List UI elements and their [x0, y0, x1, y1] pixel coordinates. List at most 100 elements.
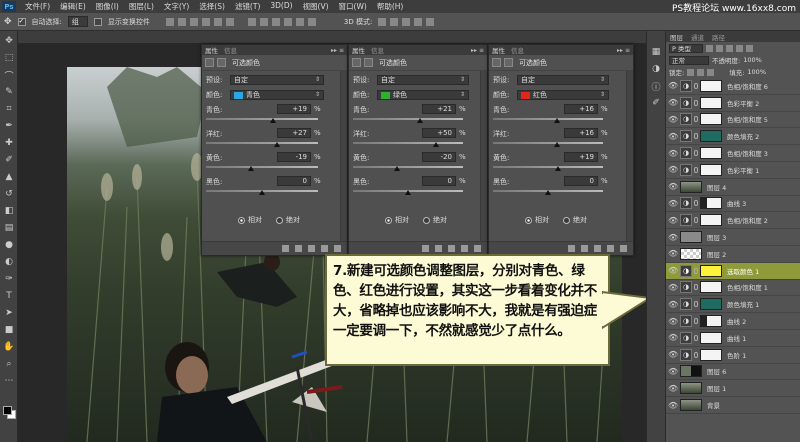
- layer-thumbnail[interactable]: [700, 298, 722, 311]
- zoom-icon[interactable]: ⌕: [2, 357, 16, 371]
- layer-thumbnail[interactable]: [680, 382, 702, 395]
- view-previous-icon[interactable]: [435, 245, 442, 252]
- reset-icon[interactable]: [308, 245, 315, 252]
- layer-thumbnail[interactable]: [700, 113, 722, 126]
- layer-row[interactable]: 👁 ◑ 色相/饱和度 3: [666, 145, 800, 162]
- preset-dropdown[interactable]: 自定 ⇕: [230, 75, 324, 85]
- slider-knob[interactable]: [545, 190, 551, 195]
- slider-knob[interactable]: [554, 142, 560, 147]
- shape-icon[interactable]: ■: [2, 323, 16, 337]
- 3d-slide-icon[interactable]: [414, 17, 423, 26]
- crop-icon[interactable]: ⌗: [2, 102, 16, 116]
- layer-row[interactable]: 👁 ◑ 选取颜色 1: [666, 262, 800, 280]
- radio-button[interactable]: [276, 216, 283, 224]
- history-panel-icon[interactable]: ▦: [649, 45, 663, 59]
- 3d-drag-icon[interactable]: [402, 17, 411, 26]
- layer-row[interactable]: 👁 ◑ 色相/饱和度 5: [666, 112, 800, 129]
- tab-properties[interactable]: 属性: [352, 45, 365, 55]
- slider-value-input[interactable]: +50: [422, 128, 456, 138]
- menu-item-7[interactable]: 3D(D): [265, 1, 297, 12]
- layer-row[interactable]: 👁 ◑ 曲线 1: [666, 330, 800, 347]
- slider-knob[interactable]: [394, 166, 400, 171]
- radio-absolute[interactable]: 绝对: [276, 215, 300, 225]
- panel-scrollbar[interactable]: [480, 71, 487, 243]
- tab-info[interactable]: 信息: [224, 45, 237, 55]
- slider-track[interactable]: [353, 142, 463, 144]
- layer-row[interactable]: 👁 背景: [666, 397, 800, 414]
- collapse-icon[interactable]: ▸▸ ≡: [471, 47, 484, 54]
- tab-properties[interactable]: 属性: [205, 45, 218, 55]
- visibility-eye-icon[interactable]: 👁: [668, 199, 678, 208]
- slider-value-input[interactable]: +27: [277, 128, 311, 138]
- layer-thumbnail[interactable]: [700, 79, 722, 92]
- preset-dropdown[interactable]: 自定 ⇕: [517, 75, 609, 85]
- layer-thumbnail[interactable]: [700, 96, 722, 109]
- layer-thumbnail[interactable]: [700, 197, 722, 210]
- lasso-icon[interactable]: ⌒: [2, 68, 16, 82]
- visibility-icon[interactable]: [321, 245, 328, 252]
- tab-info[interactable]: 信息: [371, 45, 384, 55]
- move-icon[interactable]: ✥: [2, 34, 16, 48]
- brush-panel-icon[interactable]: ✐: [649, 96, 663, 110]
- menu-item-6[interactable]: 滤镜(T): [230, 1, 265, 12]
- visibility-eye-icon[interactable]: 👁: [668, 401, 678, 410]
- layer-thumbnail[interactable]: [700, 147, 722, 160]
- slider-value-input[interactable]: +19: [277, 104, 311, 114]
- blur-icon[interactable]: ●: [2, 238, 16, 252]
- layer-thumbnail[interactable]: [680, 399, 702, 412]
- menu-item-1[interactable]: 编辑(E): [55, 1, 91, 12]
- quick-select-icon[interactable]: ✎: [2, 85, 16, 99]
- type-icon[interactable]: T: [2, 289, 16, 303]
- visibility-eye-icon[interactable]: 👁: [668, 249, 678, 258]
- visibility-eye-icon[interactable]: 👁: [668, 98, 678, 107]
- slider-value-input[interactable]: +21: [422, 104, 456, 114]
- filter-pixel-icon[interactable]: [706, 44, 713, 52]
- slider-value-input[interactable]: 0: [564, 176, 598, 186]
- pen-icon[interactable]: ✑: [2, 272, 16, 286]
- fill-value[interactable]: 100%: [747, 68, 766, 76]
- radio-button[interactable]: [525, 216, 532, 224]
- layer-row[interactable]: 👁 ◑ 色阶 1: [666, 347, 800, 364]
- info-panel-icon[interactable]: ⓘ: [649, 79, 663, 93]
- layer-thumbnail[interactable]: [700, 315, 722, 328]
- distribute-top-icon[interactable]: [247, 17, 256, 26]
- visibility-eye-icon[interactable]: 👁: [668, 333, 678, 342]
- marquee-icon[interactable]: ⬚: [2, 51, 16, 65]
- view-previous-icon[interactable]: [295, 245, 302, 252]
- distribute-bottom-icon[interactable]: [271, 17, 280, 26]
- lock-position-icon[interactable]: [697, 68, 705, 76]
- delete-icon[interactable]: [474, 245, 481, 252]
- layer-row[interactable]: 👁 图层 3: [666, 229, 800, 246]
- menu-item-10[interactable]: 帮助(H): [372, 1, 409, 12]
- 3d-scale-icon[interactable]: [426, 17, 435, 26]
- colors-dropdown[interactable]: 青色 ⇕: [230, 90, 324, 100]
- layer-row[interactable]: 👁 ◑ 颜色填充 2: [666, 128, 800, 146]
- 3d-roll-icon[interactable]: [390, 17, 399, 26]
- layer-row[interactable]: 👁 ◑ 色相/饱和度 2: [666, 212, 800, 230]
- hand-icon[interactable]: ✋: [2, 340, 16, 354]
- visibility-eye-icon[interactable]: 👁: [668, 266, 678, 275]
- visibility-eye-icon[interactable]: 👁: [668, 367, 678, 376]
- radio-absolute[interactable]: 绝对: [423, 215, 447, 225]
- reset-icon[interactable]: [448, 245, 455, 252]
- collapse-icon[interactable]: ▸▸ ≡: [331, 47, 344, 54]
- clip-layer-icon[interactable]: [282, 245, 289, 252]
- slider-track[interactable]: [206, 166, 318, 168]
- radio-absolute[interactable]: 绝对: [563, 215, 587, 225]
- auto-select-checkbox[interactable]: [17, 17, 26, 26]
- slider-value-input[interactable]: +19: [564, 152, 598, 162]
- layer-row[interactable]: 👁 ◑ 色彩平衡 2: [666, 95, 800, 112]
- tab-paths[interactable]: 路径: [712, 32, 725, 42]
- move-tool-icon[interactable]: ✥: [4, 17, 12, 27]
- slider-knob[interactable]: [405, 190, 411, 195]
- brush-icon[interactable]: ✐: [2, 153, 16, 167]
- slider-value-input[interactable]: -19: [277, 152, 311, 162]
- slider-knob[interactable]: [270, 118, 276, 123]
- menu-item-9[interactable]: 窗口(W): [334, 1, 372, 12]
- align-right-icon[interactable]: [225, 17, 234, 26]
- layer-thumbnail[interactable]: [680, 365, 702, 378]
- slider-knob[interactable]: [555, 166, 561, 171]
- slider-track[interactable]: [353, 118, 463, 120]
- layer-row[interactable]: 👁 ◑ 色相/饱和度 1: [666, 280, 800, 297]
- slider-value-input[interactable]: +16: [564, 104, 598, 114]
